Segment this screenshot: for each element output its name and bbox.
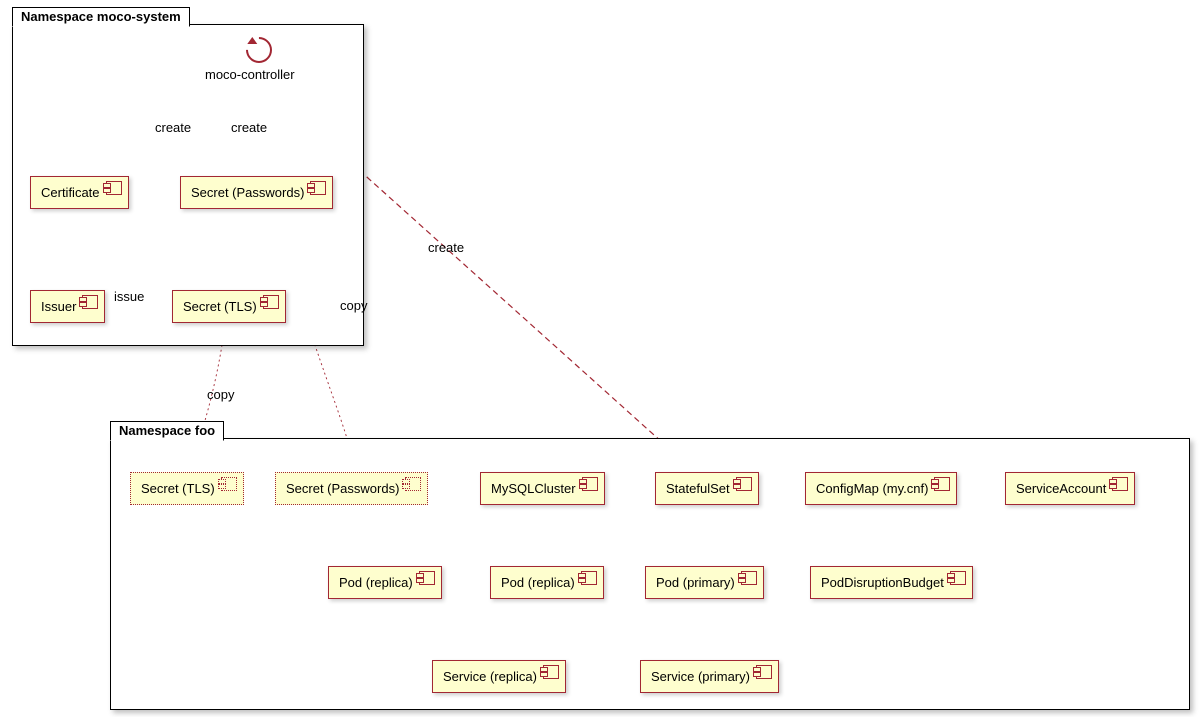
component-icon (310, 181, 326, 195)
edge-label-create: create (231, 120, 267, 135)
component-issuer: Issuer (30, 290, 105, 323)
component-pod-replica-1: Pod (replica) (328, 566, 442, 599)
component-service-replica: Service (replica) (432, 660, 566, 693)
component-secret-passwords-sys: Secret (Passwords) (180, 176, 333, 209)
component-pdb: PodDisruptionBudget (810, 566, 973, 599)
component-secret-tls-foo: Secret (TLS) (130, 472, 244, 505)
component-pod-primary: Pod (primary) (645, 566, 764, 599)
component-icon (106, 181, 122, 195)
component-label: Pod (replica) (339, 575, 413, 590)
component-icon (543, 665, 559, 679)
component-label: Pod (primary) (656, 575, 735, 590)
component-label: Secret (Passwords) (191, 185, 304, 200)
component-icon (263, 295, 279, 309)
component-label: Secret (TLS) (141, 481, 215, 496)
controller-label: moco-controller (205, 67, 295, 82)
component-icon (741, 571, 757, 585)
component-mysqlcluster: MySQLCluster (480, 472, 605, 505)
component-label: Service (primary) (651, 669, 750, 684)
component-icon (1112, 477, 1128, 491)
component-secret-tls-sys: Secret (TLS) (172, 290, 286, 323)
component-label: Certificate (41, 185, 100, 200)
edge-label-create: create (155, 120, 191, 135)
component-icon (581, 571, 597, 585)
edge-label-create: create (428, 240, 464, 255)
component-label: Issuer (41, 299, 76, 314)
namespace-tab: Namespace foo (110, 421, 224, 441)
component-icon (82, 295, 98, 309)
component-label: ServiceAccount (1016, 481, 1106, 496)
component-label: Pod (replica) (501, 575, 575, 590)
component-label: Service (replica) (443, 669, 537, 684)
component-icon (950, 571, 966, 585)
component-label: StatefulSet (666, 481, 730, 496)
component-icon (934, 477, 950, 491)
edge-label-issue: issue (114, 289, 144, 304)
component-label: ConfigMap (my.cnf) (816, 481, 928, 496)
component-icon (221, 477, 237, 491)
component-icon (405, 477, 421, 491)
component-icon (582, 477, 598, 491)
component-label: PodDisruptionBudget (821, 575, 944, 590)
component-certificate: Certificate (30, 176, 129, 209)
namespace-tab: Namespace moco-system (12, 7, 190, 27)
diagram-canvas: Namespace moco-system Namespace foo moco… (0, 0, 1200, 717)
component-service-primary: Service (primary) (640, 660, 779, 693)
edge-label-copy: copy (340, 298, 367, 313)
component-secret-passwords-foo: Secret (Passwords) (275, 472, 428, 505)
component-icon (419, 571, 435, 585)
component-statefulset: StatefulSet (655, 472, 759, 505)
component-label: MySQLCluster (491, 481, 576, 496)
component-icon (756, 665, 772, 679)
component-icon (736, 477, 752, 491)
component-pod-replica-2: Pod (replica) (490, 566, 604, 599)
component-label: Secret (TLS) (183, 299, 257, 314)
component-label: Secret (Passwords) (286, 481, 399, 496)
edge-label-copy: copy (207, 387, 234, 402)
component-configmap: ConfigMap (my.cnf) (805, 472, 957, 505)
component-serviceaccount: ServiceAccount (1005, 472, 1135, 505)
